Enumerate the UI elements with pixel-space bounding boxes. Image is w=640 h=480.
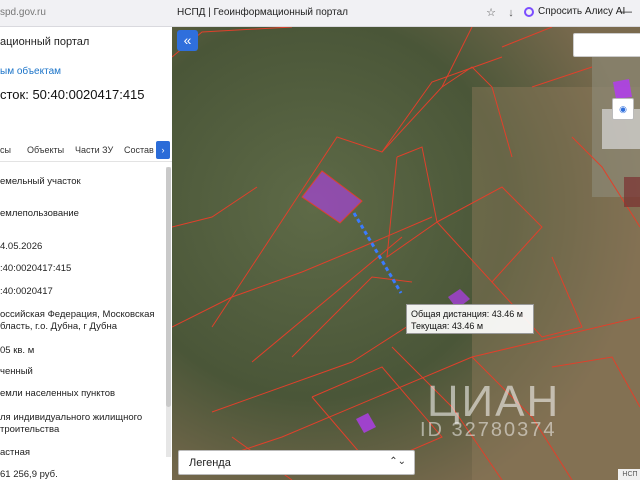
parcel-info-panel: ационный портал ым объектам сток: 50:40:…: [0, 27, 173, 480]
objects-link[interactable]: ым объектам: [0, 66, 61, 77]
value-area: 05 кв. м: [0, 345, 35, 356]
panel-tabs: сы Объекты Части ЗУ Состав: [0, 141, 172, 162]
value-type: емельный участок: [0, 176, 81, 187]
address-url[interactable]: spd.gov.ru: [0, 7, 46, 18]
value-address-line1: оссийская Федерация, Московская: [0, 309, 155, 320]
distance-tooltip: Общая дистанция: 43.46 м Текущая: 43.46 …: [406, 304, 534, 334]
total-distance: Общая дистанция: 43.46 м: [411, 309, 523, 319]
map-canvas[interactable]: [172, 27, 640, 480]
bookmark-icon[interactable]: ☆: [484, 6, 498, 20]
collapse-panel-button[interactable]: «: [177, 30, 198, 51]
corner-badge: НСП: [618, 469, 640, 480]
download-icon[interactable]: ↓: [504, 6, 518, 20]
highlighted-building: [613, 79, 632, 99]
ask-alisa-label: Спросить Алису AI: [538, 6, 626, 17]
tab-composition[interactable]: Состав: [124, 145, 154, 155]
cadastral-number: сток: 50:40:0020417:415: [0, 87, 145, 102]
value-category: емли населенных пунктов: [0, 388, 116, 399]
tab-parts[interactable]: Части ЗУ: [75, 145, 113, 155]
alisa-icon: [524, 6, 534, 17]
current-distance: Текущая: 43.46 м: [411, 321, 484, 331]
panel-scrollbar[interactable]: [166, 167, 171, 457]
page-tab-title: НСПД | Геоинформационный портал: [177, 7, 348, 18]
value-ownership: астная: [0, 447, 31, 458]
value-quarter: :40:0020417: [0, 286, 53, 297]
minimize-button[interactable]: —: [620, 4, 632, 18]
tabs-next-button[interactable]: ›: [156, 141, 170, 159]
scrollbar-thumb[interactable]: [166, 167, 171, 407]
map-viewport[interactable]: « ◉ ЦИАН ID 32780374 Общая дистанция: 43…: [172, 27, 640, 480]
tab-classes[interactable]: сы: [0, 145, 11, 155]
portal-title: ационный портал: [0, 36, 90, 48]
map-search-input[interactable]: [573, 33, 640, 57]
legend-dropdown[interactable]: Легенда ⌃⌄: [178, 450, 415, 475]
building-block: [624, 177, 640, 207]
value-address-line2: бласть, г.о. Дубна, г Дубна: [0, 321, 118, 332]
value-use-line1: ля индивидуального жилищного: [0, 412, 143, 423]
legend-label: Легенда: [189, 457, 231, 469]
value-cadastral: :40:0020417:415: [0, 263, 72, 274]
chevron-updown-icon: ⌃⌄: [389, 456, 406, 467]
ask-alisa-button[interactable]: Спросить Алису AI: [524, 6, 625, 17]
value-date: 4.05.2026: [0, 241, 43, 252]
tab-objects[interactable]: Объекты: [27, 145, 64, 155]
value-use-line2: троительства: [0, 424, 60, 435]
value-cost: 61 256,9 руб.: [0, 469, 58, 480]
value-subtype: емлепользование: [0, 208, 79, 219]
value-status: ченный: [0, 366, 33, 377]
watermark-id: ID 32780374: [420, 419, 557, 441]
locate-icon[interactable]: ◉: [612, 98, 634, 120]
browser-top-bar: spd.gov.ru НСПД | Геоинформационный порт…: [0, 0, 640, 27]
